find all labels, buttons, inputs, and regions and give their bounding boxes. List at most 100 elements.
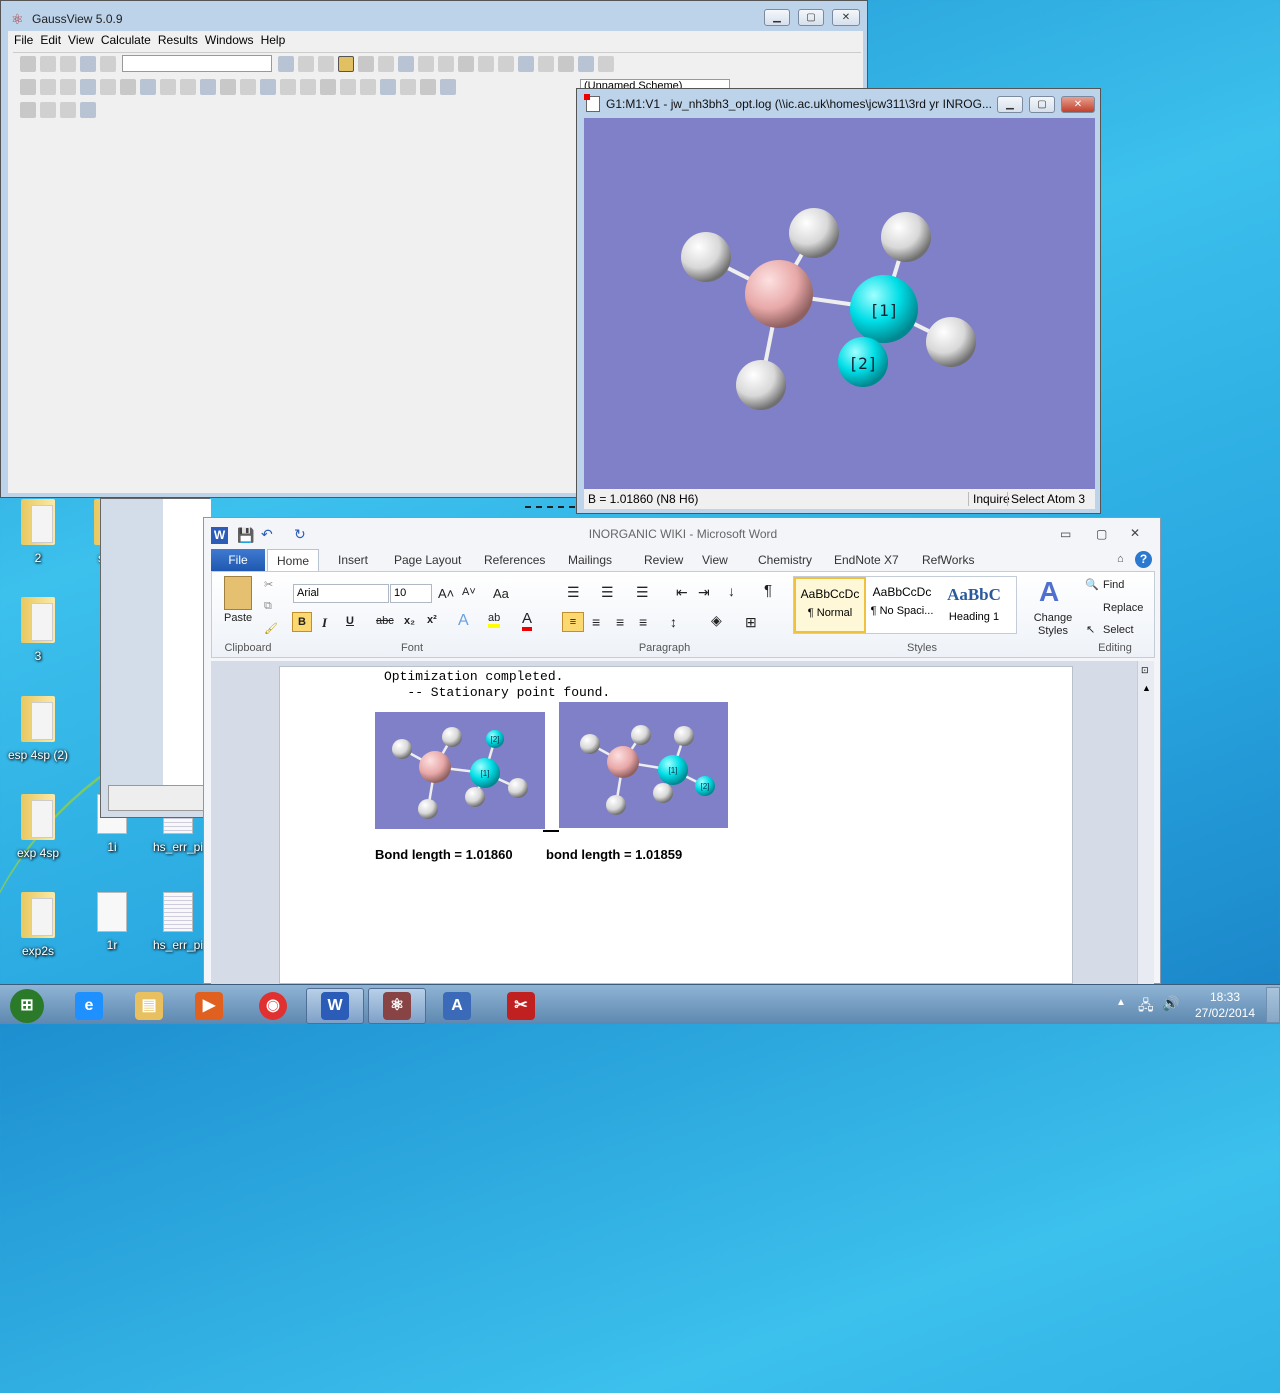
tab-endnote-x7[interactable]: EndNote X7 xyxy=(825,549,908,571)
show-marks-icon[interactable]: ¶ xyxy=(764,582,772,599)
tab-review[interactable]: Review xyxy=(635,549,692,571)
tab-home[interactable]: Home xyxy=(267,549,320,572)
minimize-button[interactable]: ▭ xyxy=(1060,527,1071,541)
new-icon[interactable] xyxy=(478,55,494,72)
desktop-icon[interactable]: exp 4sp xyxy=(0,794,76,860)
borders-icon[interactable]: ⊞ xyxy=(745,614,757,631)
clock-date[interactable]: 27/02/2014 xyxy=(1192,1006,1258,1020)
select-icon[interactable] xyxy=(438,55,454,72)
maximize-button[interactable]: ▢ xyxy=(1029,96,1055,113)
font-size-select[interactable]: 10 xyxy=(390,584,432,603)
style-normal[interactable]: AaBbCcDc ¶ Normal xyxy=(794,577,866,633)
tab-refworks[interactable]: RefWorks xyxy=(913,549,983,571)
scroll-up-icon[interactable]: ▲ xyxy=(1142,683,1151,693)
menu-edit[interactable]: Edit xyxy=(40,33,61,47)
justify-button[interactable]: ≡ xyxy=(639,614,647,630)
clean-icon[interactable] xyxy=(398,55,414,72)
desktop-icon[interactable]: 1r xyxy=(74,892,150,952)
decrease-indent-icon[interactable]: ⇤ xyxy=(676,584,688,601)
minimize-button[interactable]: ▁ xyxy=(764,9,790,26)
maximize-button[interactable]: ▢ xyxy=(798,9,824,26)
desktop-icon[interactable]: 2 xyxy=(0,499,76,565)
select-icon[interactable]: ↖ xyxy=(1086,623,1095,636)
menu-calculate[interactable]: Calculate xyxy=(101,33,151,47)
symmetrize-icon[interactable] xyxy=(140,79,156,95)
bold-button[interactable]: B xyxy=(292,612,312,632)
align-right-button[interactable]: ≡ xyxy=(616,614,624,630)
find-icon[interactable] xyxy=(400,79,416,95)
underline-button[interactable]: U xyxy=(346,615,354,627)
network-icon[interactable]: 🖧 xyxy=(1138,995,1154,1019)
taskbar-notepad-app[interactable]: A xyxy=(428,988,486,1024)
help-icon[interactable]: ? xyxy=(1135,551,1152,568)
print-icon[interactable] xyxy=(538,55,554,72)
hydrogen-atom[interactable] xyxy=(789,208,839,258)
taskbar-file-explorer[interactable]: ▤ xyxy=(120,988,178,1024)
change-styles-button[interactable]: Change Styles xyxy=(1031,612,1075,638)
replace-button[interactable]: Replace xyxy=(1103,602,1143,614)
forward-icon[interactable] xyxy=(80,102,96,118)
diamond-icon[interactable] xyxy=(280,79,296,95)
custom-fragment-icon[interactable] xyxy=(100,55,116,72)
hydrogen-atom[interactable] xyxy=(736,360,786,410)
desktop-icon[interactable]: exp2s xyxy=(0,892,76,958)
view-list-icon[interactable] xyxy=(360,79,376,95)
taskbar-media-player[interactable]: ▶ xyxy=(180,988,238,1024)
atom-icon[interactable] xyxy=(300,79,316,95)
tab-mailings[interactable]: Mailings xyxy=(559,549,621,571)
delete-icon[interactable] xyxy=(80,79,96,95)
text-effects-icon[interactable]: A xyxy=(458,612,469,630)
sort-icon[interactable]: ↓ xyxy=(728,583,735,599)
boron-atom[interactable] xyxy=(745,260,813,328)
hydrogen-atom[interactable] xyxy=(926,317,976,367)
style-heading-1[interactable]: AaBbC Heading 1 xyxy=(938,577,1010,633)
tab-page-layout[interactable]: Page Layout xyxy=(385,549,470,571)
close-button[interactable]: ✕ xyxy=(832,9,860,26)
strikethrough-button[interactable]: abc xyxy=(376,615,394,627)
tab-references[interactable]: References xyxy=(475,549,554,571)
taskbar-snipping-tool[interactable]: ✂ xyxy=(492,988,550,1024)
save-icon[interactable] xyxy=(518,55,534,72)
align-left-button[interactable]: ≡ xyxy=(562,612,584,632)
change-styles-icon[interactable]: A xyxy=(1039,576,1059,608)
copy-icon[interactable] xyxy=(40,79,56,95)
undo-icon[interactable] xyxy=(100,79,116,95)
text-r-icon[interactable] xyxy=(220,79,236,95)
style-no-spacing[interactable]: AaBbCcDc ¶ No Spaci... xyxy=(866,577,938,633)
back-icon[interactable] xyxy=(60,102,76,118)
paste-icon[interactable] xyxy=(60,79,76,95)
copy-icon[interactable]: ⧉ xyxy=(264,600,272,613)
subscript-button[interactable]: x₂ xyxy=(404,615,415,627)
hydrogen-atom[interactable] xyxy=(881,212,931,262)
maximize-button[interactable]: ▢ xyxy=(1096,527,1107,541)
ruler-toggle-icon[interactable]: ⊡ xyxy=(1141,665,1149,676)
minimize-button[interactable]: ▁ xyxy=(997,96,1023,113)
menu-windows[interactable]: Windows xyxy=(205,33,254,47)
tab-view[interactable]: View xyxy=(693,549,737,571)
shading-icon[interactable]: ◈ xyxy=(711,612,722,629)
biological-icon[interactable] xyxy=(80,55,96,72)
window-icon[interactable] xyxy=(578,55,594,72)
multilevel-list-icon[interactable]: ☰ xyxy=(636,584,649,601)
menu-view[interactable]: View xyxy=(68,33,94,47)
tab-file[interactable]: File xyxy=(211,549,265,571)
close-button[interactable]: ✕ xyxy=(1130,526,1140,540)
redo-icon[interactable] xyxy=(120,79,136,95)
numbering-icon[interactable]: ☰ xyxy=(601,584,614,601)
shrink-font-button[interactable]: A˅ xyxy=(462,586,476,598)
molecule-image-1[interactable]: [1] [2] xyxy=(375,712,545,829)
modify-dihedral-icon[interactable] xyxy=(318,55,334,72)
tile-icon[interactable] xyxy=(40,102,56,118)
taskbar-internet-explorer[interactable]: e xyxy=(60,988,118,1024)
format-painter-icon[interactable]: 🖌 xyxy=(264,622,278,635)
menu-file[interactable]: File xyxy=(14,33,33,47)
paste-button[interactable]: Paste xyxy=(224,612,252,624)
show-desktop-button[interactable] xyxy=(1266,987,1280,1023)
change-case-button[interactable]: Aa xyxy=(493,586,509,601)
font-name-select[interactable]: Arial xyxy=(293,584,389,603)
modify-angle-icon[interactable] xyxy=(298,55,314,72)
highlight-icon[interactable]: ab xyxy=(488,612,501,628)
line-spacing-icon[interactable]: ↕ xyxy=(670,614,677,630)
add-window-icon[interactable] xyxy=(320,79,336,95)
zoom-fit-icon[interactable] xyxy=(340,79,356,95)
